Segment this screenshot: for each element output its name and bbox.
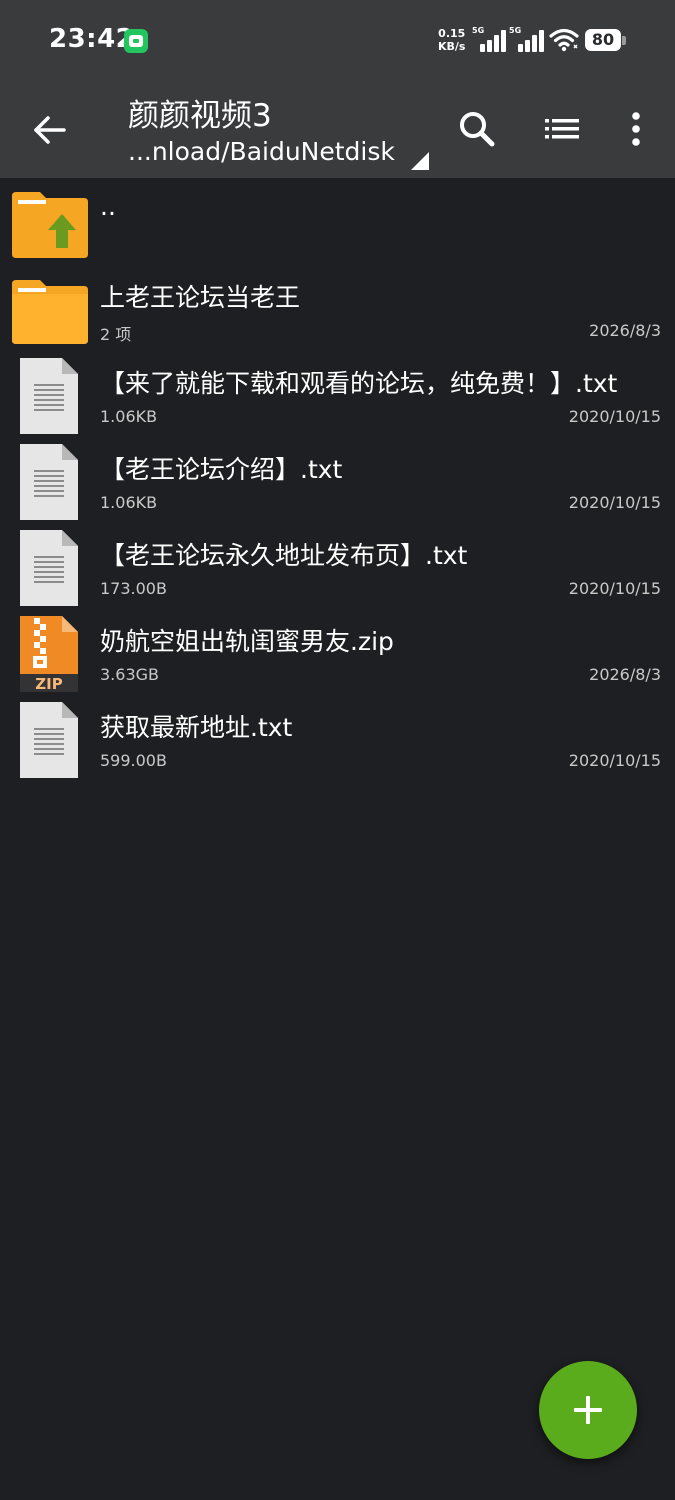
battery-cap (622, 36, 626, 45)
file-name: 上老王论坛当老王 (100, 283, 301, 312)
file-name: .. (100, 192, 116, 221)
file-date: 2020/10/15 (568, 751, 661, 770)
file-date: 2026/8/3 (589, 665, 661, 684)
network-speed: 0.15 KB/s (438, 27, 465, 53)
signal-sim2-icon: 5G (509, 26, 546, 52)
status-bar: 23:42 0.15 KB/s 5G 5G 80 (0, 0, 675, 82)
back-arrow-icon[interactable] (28, 108, 72, 152)
status-time: 23:42 (49, 24, 135, 54)
file-date: 2020/10/15 (568, 579, 661, 598)
folder-path[interactable]: ...nload/BaiduNetdisk (128, 137, 395, 166)
file-meta: 2 项 (100, 325, 132, 344)
text-file-icon (20, 530, 78, 606)
network-speed-unit: KB/s (438, 40, 466, 53)
plus-icon (574, 1396, 602, 1424)
file-row-txt[interactable]: 【来了就能下载和观看的论坛，纯免费！】.txt 1.06KB 2020/10/1… (0, 354, 675, 440)
file-row-txt[interactable]: 【老王论坛介绍】.txt 1.06KB 2020/10/15 (0, 440, 675, 526)
file-row-folder[interactable]: 上老王论坛当老王 2 项 2026/8/3 (0, 268, 675, 354)
parent-folder-icon (12, 192, 88, 258)
app-toolbar: 23:42 0.15 KB/s 5G 5G 80 颜颜视频3 ...nload/… (0, 0, 675, 178)
folder-icon (12, 280, 88, 344)
file-name: 奶航空姐出轨闺蜜男友.zip (100, 627, 394, 656)
list-view-icon[interactable] (541, 108, 583, 150)
file-name: 【来了就能下载和观看的论坛，纯免费！】.txt (100, 369, 618, 398)
more-options-icon[interactable] (616, 108, 656, 150)
file-meta: 173.00B (100, 579, 167, 598)
file-row-txt[interactable]: 获取最新地址.txt 599.00B 2020/10/15 (0, 698, 675, 784)
file-row-parent[interactable]: .. (0, 182, 675, 268)
wifi-icon (549, 28, 579, 52)
signal-sim1-icon: 5G (472, 26, 508, 52)
path-dropdown-icon[interactable] (411, 152, 429, 170)
text-file-icon (20, 702, 78, 778)
file-date: 2020/10/15 (568, 493, 661, 512)
search-icon[interactable] (456, 108, 498, 150)
text-file-icon (20, 444, 78, 520)
file-name: 【老王论坛介绍】.txt (100, 455, 343, 484)
sim1-network-label: 5G (472, 26, 485, 35)
sim2-network-label: 5G (509, 26, 522, 35)
zip-badge-label: ZIP (35, 675, 62, 692)
file-meta: 3.63GB (100, 665, 159, 684)
battery-icon: 80 (585, 29, 621, 51)
text-file-icon (20, 358, 78, 434)
file-name: 【老王论坛永久地址发布页】.txt (100, 541, 468, 570)
file-date: 2020/10/15 (568, 407, 661, 426)
file-meta: 1.06KB (100, 407, 158, 426)
folder-title: 颜颜视频3 (128, 98, 272, 134)
add-button[interactable] (539, 1361, 637, 1459)
zip-file-icon: ZIP (20, 616, 78, 692)
file-meta: 599.00B (100, 751, 167, 770)
file-row-zip[interactable]: ZIP 奶航空姐出轨闺蜜男友.zip 3.63GB 2026/8/3 (0, 612, 675, 698)
network-speed-value: 0.15 (438, 27, 466, 40)
file-name: 获取最新地址.txt (100, 713, 293, 742)
app-notification-icon (124, 29, 148, 53)
file-date: 2026/8/3 (589, 321, 661, 340)
file-row-txt[interactable]: 【老王论坛永久地址发布页】.txt 173.00B 2020/10/15 (0, 526, 675, 612)
file-meta: 1.06KB (100, 493, 158, 512)
